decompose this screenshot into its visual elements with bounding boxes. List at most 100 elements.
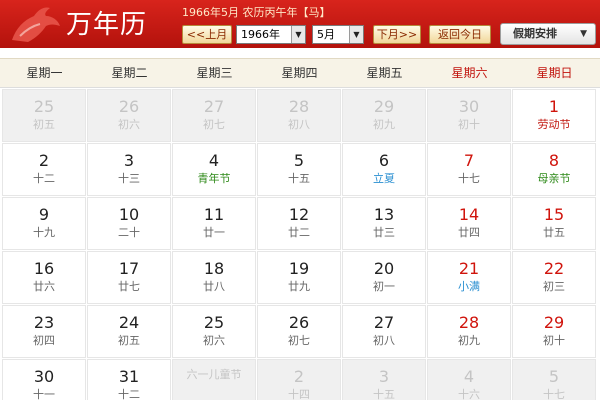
app-title: 万年历 — [66, 10, 148, 40]
calendar-day-cell[interactable]: 20 初一 — [342, 251, 426, 304]
lunar-date: 初七 — [203, 118, 225, 131]
calendar-day-cell[interactable]: 30 初十 — [427, 89, 511, 142]
lunar-date: 初九 — [373, 118, 395, 131]
calendar-day-cell[interactable]: 8 母亲节 — [512, 143, 596, 196]
back-to-today-button[interactable]: 返回今日 — [429, 25, 491, 44]
calendar-day-cell[interactable]: 3 十三 — [87, 143, 171, 196]
calendar-day-cell[interactable]: 28 初八 — [257, 89, 341, 142]
lunar-date: 初八 — [288, 118, 310, 131]
calendar-day-cell[interactable]: 16 廿六 — [2, 251, 86, 304]
lunar-date: 二十 — [118, 226, 140, 239]
weekday-label: 星期一 — [26, 66, 63, 80]
calendar-day-cell[interactable]: 4 十六 — [427, 359, 511, 400]
calendar-day-cell[interactable]: 24 初五 — [87, 305, 171, 358]
lunar-date: 初八 — [373, 334, 395, 347]
calendar-day-cell[interactable]: 10 二十 — [87, 197, 171, 250]
calendar-day-cell[interactable]: 29 初十 — [512, 305, 596, 358]
lunar-date: 小满 — [458, 280, 480, 293]
calendar-day-cell[interactable]: 29 初九 — [342, 89, 426, 142]
day-number: 30 — [458, 97, 480, 116]
lunar-date: 廿二 — [288, 226, 310, 239]
day-number: 7 — [463, 151, 475, 170]
lunar-date: 十五 — [288, 172, 310, 185]
calendar-day-cell[interactable]: 6 立夏 — [342, 143, 426, 196]
day-number: 22 — [543, 259, 565, 278]
day-number: 14 — [458, 205, 480, 224]
lunar-date: 立夏 — [373, 172, 395, 185]
day-number: 25 — [33, 97, 55, 116]
lunar-date: 十三 — [118, 172, 140, 185]
calendar-day-cell[interactable]: 26 初六 — [87, 89, 171, 142]
lunar-date: 十二 — [118, 388, 140, 400]
holiday-schedule-label: 假期安排 — [513, 27, 557, 40]
lunar-date: 初四 — [33, 334, 55, 347]
weekday-label: 星期六 — [451, 66, 488, 80]
calendar-day-cell[interactable]: 19 廿九 — [257, 251, 341, 304]
holiday-schedule-dropdown[interactable]: 假期安排 ▼ — [500, 23, 596, 45]
day-number: 1 — [548, 97, 560, 116]
calendar-day-cell[interactable]: 2 十二 — [2, 143, 86, 196]
lunar-date: 初三 — [543, 280, 565, 293]
calendar-day-cell[interactable]: 13 廿三 — [342, 197, 426, 250]
calendar-day-cell[interactable]: 25 初六 — [172, 305, 256, 358]
day-number: 2 — [38, 151, 50, 170]
day-number: 5 — [293, 151, 305, 170]
next-month-button[interactable]: 下月>> — [373, 25, 421, 44]
calendar-day-cell[interactable]: 23 初四 — [2, 305, 86, 358]
weekday-label: 星期三 — [196, 66, 233, 80]
calendar-day-cell[interactable]: 21 小满 — [427, 251, 511, 304]
day-number: 25 — [203, 313, 225, 332]
day-number: 24 — [118, 313, 140, 332]
calendar-day-cell[interactable]: 28 初九 — [427, 305, 511, 358]
lunar-date: 廿八 — [203, 280, 225, 293]
calendar-day-cell[interactable]: 4 青年节 — [172, 143, 256, 196]
calendar-day-cell[interactable]: 22 初三 — [512, 251, 596, 304]
calendar-day-cell[interactable]: 15 廿五 — [512, 197, 596, 250]
calendar-day-cell[interactable]: 27 初七 — [172, 89, 256, 142]
calendar-day-cell[interactable]: 3 十五 — [342, 359, 426, 400]
month-select[interactable]: 5月 ▼ — [312, 25, 364, 44]
calendar-day-cell[interactable]: 26 初七 — [257, 305, 341, 358]
calendar-day-cell[interactable]: 30 十一 — [2, 359, 86, 400]
calendar-day-cell[interactable]: 17 廿七 — [87, 251, 171, 304]
lunar-date: 廿九 — [288, 280, 310, 293]
calendar-day-cell[interactable]: 六一儿童节 — [172, 359, 256, 400]
day-number: 17 — [118, 259, 140, 278]
day-number: 10 — [118, 205, 140, 224]
day-number: 29 — [373, 97, 395, 116]
lunar-date: 劳动节 — [537, 118, 571, 131]
calendar-day-cell[interactable]: 11 廿一 — [172, 197, 256, 250]
lunar-date: 廿四 — [458, 226, 480, 239]
calendar-day-cell[interactable]: 2 十四 — [257, 359, 341, 400]
lunar-date: 廿六 — [33, 280, 55, 293]
lunar-date: 廿三 — [373, 226, 395, 239]
day-number: 27 — [203, 97, 225, 116]
year-select[interactable]: 1966年 ▼ — [236, 25, 306, 44]
prev-month-button[interactable]: <<上月 — [182, 25, 232, 44]
calendar-day-cell[interactable]: 14 廿四 — [427, 197, 511, 250]
calendar-day-cell[interactable]: 9 十九 — [2, 197, 86, 250]
calendar-day-cell[interactable]: 5 十五 — [257, 143, 341, 196]
chevron-down-icon: ▼ — [349, 26, 363, 43]
lunar-date: 初六 — [118, 118, 140, 131]
day-number: 4 — [463, 367, 475, 386]
calendar-day-cell[interactable]: 27 初八 — [342, 305, 426, 358]
day-number: 23 — [33, 313, 55, 332]
day-number: 26 — [118, 97, 140, 116]
calendar-day-cell[interactable]: 18 廿八 — [172, 251, 256, 304]
lunar-date: 廿一 — [203, 226, 225, 239]
lunar-date: 初七 — [288, 334, 310, 347]
lunar-date: 十九 — [33, 226, 55, 239]
lunar-date: 初九 — [458, 334, 480, 347]
calendar-day-cell[interactable]: 7 十七 — [427, 143, 511, 196]
calendar-day-cell[interactable]: 31 十二 — [87, 359, 171, 400]
calendar-day-cell[interactable]: 12 廿二 — [257, 197, 341, 250]
lunar-date: 十五 — [373, 388, 395, 400]
lunar-date: 初五 — [118, 334, 140, 347]
lunar-date: 初十 — [543, 334, 565, 347]
day-number: 11 — [203, 205, 225, 224]
calendar-day-cell[interactable]: 5 十七 — [512, 359, 596, 400]
calendar-day-cell[interactable]: 1 劳动节 — [512, 89, 596, 142]
day-number: 9 — [38, 205, 50, 224]
calendar-day-cell[interactable]: 25 初五 — [2, 89, 86, 142]
